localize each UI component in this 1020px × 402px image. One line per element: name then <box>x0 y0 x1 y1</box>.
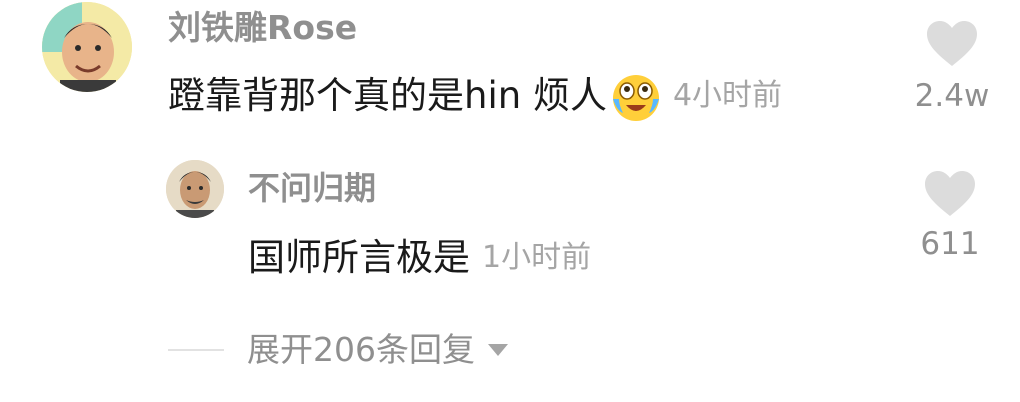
reply-time: 1小时前 <box>482 240 592 275</box>
heart-icon[interactable] <box>925 20 979 68</box>
comment-time: 4小时前 <box>672 78 783 113</box>
avatar-image <box>166 160 224 218</box>
reply-username[interactable]: 不问归期 <box>248 168 376 208</box>
avatar-image <box>42 2 132 92</box>
crying-laughing-emoji-icon <box>609 69 663 123</box>
expand-replies-button[interactable]: 展开206条回复 <box>247 327 509 373</box>
reply-text: 国师所言极是 <box>248 236 470 279</box>
comment-text: 蹬靠背那个真的是hin 烦人 <box>168 74 607 117</box>
reply-avatar[interactable] <box>166 160 224 218</box>
reply-body: 国师所言极是 1小时前 <box>248 232 591 284</box>
expand-replies-label[interactable]: 展开206条回复 <box>247 327 475 373</box>
comment-body: 蹬靠背那个真的是hin 烦人 4小时前 <box>168 70 782 122</box>
chevron-down-icon[interactable] <box>487 342 509 358</box>
avatar[interactable] <box>42 2 132 92</box>
like-count: 2.4w <box>914 78 990 114</box>
heart-icon[interactable] <box>923 170 977 218</box>
like-button[interactable]: 2.4w <box>912 20 992 116</box>
expand-divider <box>168 349 224 351</box>
comment-username[interactable]: 刘铁雕Rose <box>168 8 357 48</box>
reply-like-count: 611 <box>920 226 980 262</box>
reply-like-button[interactable]: 611 <box>910 170 990 264</box>
